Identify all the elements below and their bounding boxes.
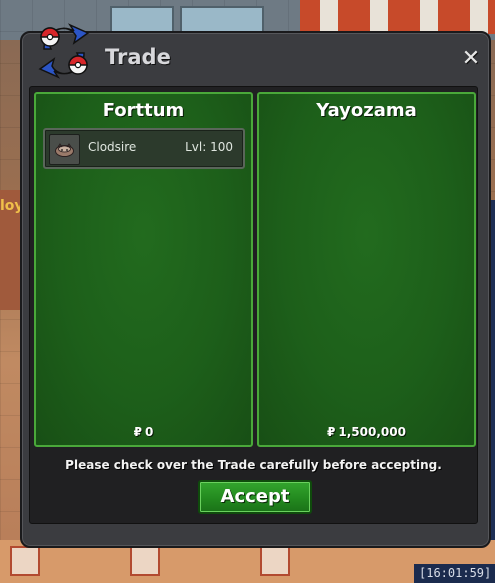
window-title: Trade <box>105 45 171 69</box>
player-name-left: Forttum <box>102 100 185 121</box>
title-bar[interactable]: Trade ✕ <box>22 23 489 83</box>
building-window <box>110 6 174 34</box>
trade-window: Trade ✕ Forttum Clodsire Lvl: 100 ₽0 Yay… <box>20 23 491 548</box>
pokedollar-icon: ₽ <box>327 425 336 439</box>
close-icon[interactable]: ✕ <box>460 48 482 70</box>
pokedollar-icon: ₽ <box>133 425 142 439</box>
offer-panel-right: Yayozama ₽1,500,000 <box>257 92 476 447</box>
background-player-name: loy <box>0 198 22 214</box>
player-name-right: Yayozama <box>316 100 417 121</box>
pokemon-level: Lvl: 100 <box>185 140 233 154</box>
pokemon-name: Clodsire <box>88 140 137 154</box>
money-amount-right: 1,500,000 <box>338 425 406 439</box>
pokemon-sprite-icon <box>49 134 80 165</box>
pokeball-swap-icon <box>38 23 90 79</box>
chat-timestamp: [16:01:59] [ <box>414 564 495 583</box>
money-amount-left: 0 <box>145 425 154 439</box>
offer-panel-left: Forttum Clodsire Lvl: 100 ₽0 <box>34 92 253 447</box>
roof-awning <box>300 0 495 34</box>
trade-content: Forttum Clodsire Lvl: 100 ₽0 Yayozama ₽ … <box>29 86 478 524</box>
trade-notice: Please check over the Trade carefully be… <box>65 458 442 472</box>
trade-item-row[interactable]: Clodsire Lvl: 100 <box>43 128 245 169</box>
accept-button[interactable]: Accept <box>198 480 312 514</box>
building-window <box>180 6 264 34</box>
money-offer-left: ₽0 <box>36 425 251 439</box>
money-offer-right: ₽1,500,000 <box>259 425 474 439</box>
